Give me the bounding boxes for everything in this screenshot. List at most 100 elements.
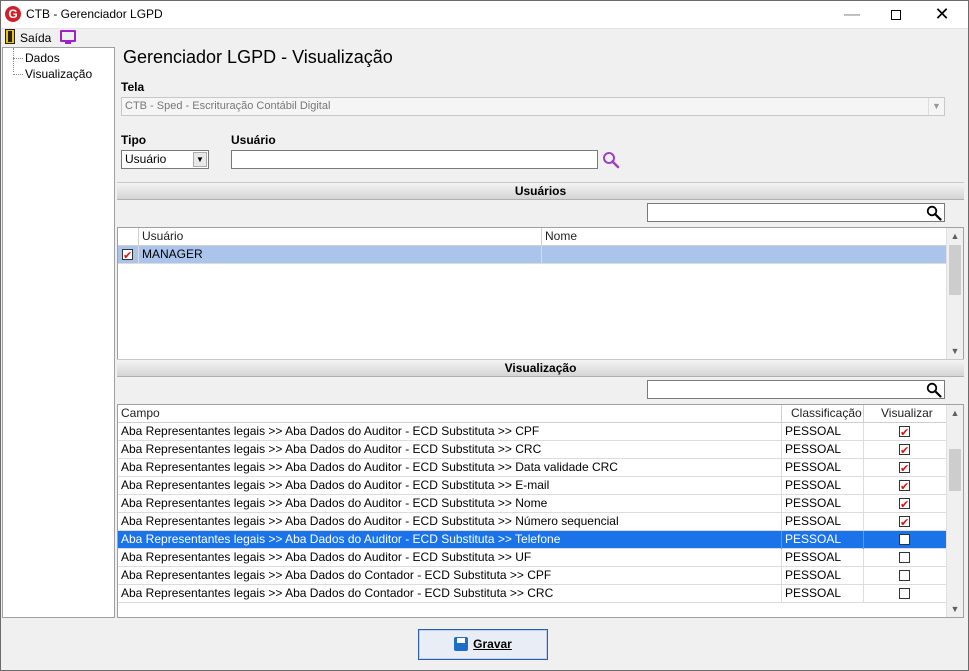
campo-cell: Aba Representantes legais >> Aba Dados d… xyxy=(118,531,782,549)
usuario-input[interactable] xyxy=(231,150,598,169)
visualizar-checkbox[interactable] xyxy=(899,570,910,581)
usuarios-row-check-cell[interactable] xyxy=(118,246,139,264)
tela-select[interactable]: CTB - Sped - Escrituração Contábil Digit… xyxy=(121,97,945,116)
tree-item-dados[interactable]: Dados xyxy=(11,51,60,65)
campo-cell: Aba Representantes legais >> Aba Dados d… xyxy=(118,513,782,531)
visualizar-cell[interactable] xyxy=(864,549,947,567)
visualizar-checkbox[interactable] xyxy=(899,478,910,495)
title-bar: G CTB - Gerenciador LGPD — ✕ xyxy=(0,0,969,29)
table-row[interactable]: Aba Representantes legais >> Aba Dados d… xyxy=(118,549,947,567)
tipo-select[interactable]: Usuário ▼ xyxy=(121,150,209,169)
table-row[interactable]: Aba Representantes legais >> Aba Dados d… xyxy=(118,441,947,459)
scroll-thumb[interactable] xyxy=(949,245,961,295)
visualizar-cell[interactable] xyxy=(864,459,947,477)
table-row[interactable]: Aba Representantes legais >> Aba Dados d… xyxy=(118,531,947,549)
visualizar-cell[interactable] xyxy=(864,477,947,495)
classificacao-cell: PESSOAL xyxy=(782,513,864,531)
maximize-icon xyxy=(891,9,901,20)
classificacao-cell: PESSOAL xyxy=(782,459,864,477)
classificacao-cell: PESSOAL xyxy=(782,495,864,513)
visualizar-checkbox[interactable] xyxy=(899,442,910,459)
classificacao-cell: PESSOAL xyxy=(782,585,864,603)
classificacao-cell: PESSOAL xyxy=(782,549,864,567)
visualizar-checkbox[interactable] xyxy=(899,496,910,513)
exit-menu-item[interactable]: Saída xyxy=(20,31,51,45)
visualizacao-column-classificacao[interactable]: Classificação xyxy=(782,405,864,423)
maximize-button[interactable] xyxy=(873,0,919,29)
table-row[interactable]: Aba Representantes legais >> Aba Dados d… xyxy=(118,585,947,603)
visualizar-cell[interactable] xyxy=(864,423,947,441)
scroll-up-arrow-icon[interactable]: ▲ xyxy=(947,405,963,421)
visualizar-checkbox[interactable] xyxy=(899,514,910,531)
table-row[interactable]: Aba Representantes legais >> Aba Dados d… xyxy=(118,423,947,441)
table-row[interactable]: Aba Representantes legais >> Aba Dados d… xyxy=(118,459,947,477)
usuarios-grid-header: Usuário Nome xyxy=(118,228,947,246)
visualizacao-column-campo[interactable]: Campo xyxy=(118,405,782,423)
scroll-down-arrow-icon[interactable]: ▼ xyxy=(947,601,963,617)
table-row[interactable]: Aba Representantes legais >> Aba Dados d… xyxy=(118,495,947,513)
save-button[interactable]: Gravar xyxy=(418,629,548,660)
tree-item-visualizacao[interactable]: Visualização xyxy=(11,67,92,81)
usuario-checkbox[interactable] xyxy=(122,247,133,264)
usuarios-table-row[interactable]: MANAGER xyxy=(118,246,947,264)
usuarios-search-box[interactable] xyxy=(647,203,945,222)
chevron-down-icon[interactable]: ▼ xyxy=(193,152,207,167)
table-row[interactable]: Aba Representantes legais >> Aba Dados d… xyxy=(118,477,947,495)
usuario-label: Usuário xyxy=(231,133,276,147)
usuarios-column-nome[interactable]: Nome xyxy=(542,228,947,246)
visualizar-cell[interactable] xyxy=(864,513,947,531)
visualizacao-section-header: Visualização xyxy=(117,359,964,377)
visualizar-cell[interactable] xyxy=(864,585,947,603)
visualizar-checkbox[interactable] xyxy=(899,424,910,441)
scroll-down-arrow-icon[interactable]: ▼ xyxy=(947,343,963,359)
campo-cell: Aba Representantes legais >> Aba Dados d… xyxy=(118,549,782,567)
classificacao-cell: PESSOAL xyxy=(782,423,864,441)
visualizar-checkbox[interactable] xyxy=(899,588,910,599)
scroll-up-arrow-icon[interactable]: ▲ xyxy=(947,228,963,244)
usuarios-check-column-header[interactable] xyxy=(118,228,139,246)
visualizacao-search-box[interactable] xyxy=(647,380,945,399)
navigation-tree: Dados Visualização xyxy=(2,47,115,618)
campo-cell: Aba Representantes legais >> Aba Dados d… xyxy=(118,567,782,585)
visualizar-cell[interactable] xyxy=(864,441,947,459)
visualizacao-column-visualizar[interactable]: Visualizar xyxy=(864,405,947,423)
scroll-thumb[interactable] xyxy=(949,449,961,491)
visualizar-checkbox[interactable] xyxy=(899,534,910,545)
minimize-button[interactable]: — xyxy=(829,0,875,29)
search-icon[interactable] xyxy=(926,205,942,221)
close-button[interactable]: ✕ xyxy=(919,0,965,29)
usuarios-grid: Usuário Nome MANAGER ▲ ▼ xyxy=(117,227,964,360)
campo-cell: Aba Representantes legais >> Aba Dados d… xyxy=(118,441,782,459)
usuarios-column-usuario[interactable]: Usuário xyxy=(139,228,542,246)
usuarios-vertical-scrollbar[interactable]: ▲ ▼ xyxy=(946,228,963,359)
visualizar-checkbox[interactable] xyxy=(899,460,910,477)
page-title: Gerenciador LGPD - Visualização xyxy=(123,47,393,67)
classificacao-cell: PESSOAL xyxy=(782,567,864,585)
classificacao-cell: PESSOAL xyxy=(782,477,864,495)
usuarios-cell-nome xyxy=(542,246,947,264)
window-title: CTB - Gerenciador LGPD xyxy=(26,7,163,21)
visualizar-cell[interactable] xyxy=(864,567,947,585)
lookup-search-icon[interactable] xyxy=(602,151,620,169)
table-row[interactable]: Aba Representantes legais >> Aba Dados d… xyxy=(118,567,947,585)
visualizar-cell[interactable] xyxy=(864,495,947,513)
tela-label: Tela xyxy=(121,80,145,94)
visualizacao-vertical-scrollbar[interactable]: ▲ ▼ xyxy=(946,405,963,617)
chevron-down-icon[interactable]: ▼ xyxy=(928,98,944,115)
table-row[interactable]: Aba Representantes legais >> Aba Dados d… xyxy=(118,513,947,531)
toolbar: Saída xyxy=(0,29,969,47)
app-logo-icon: G xyxy=(5,6,21,22)
monitor-icon[interactable] xyxy=(60,30,76,44)
visualizar-checkbox[interactable] xyxy=(899,552,910,563)
floppy-disk-icon xyxy=(454,637,469,651)
search-icon[interactable] xyxy=(926,382,942,398)
tipo-label: Tipo xyxy=(121,133,147,147)
classificacao-cell: PESSOAL xyxy=(782,531,864,549)
tipo-select-value: Usuário xyxy=(125,152,167,166)
visualizar-cell[interactable] xyxy=(864,531,947,549)
campo-cell: Aba Representantes legais >> Aba Dados d… xyxy=(118,585,782,603)
exit-door-icon[interactable] xyxy=(5,29,15,44)
usuarios-cell-usuario: MANAGER xyxy=(139,246,542,264)
visualizacao-grid: Campo Classificação Visualizar Aba Repre… xyxy=(117,404,964,618)
save-button-label: Gravar xyxy=(473,637,512,651)
